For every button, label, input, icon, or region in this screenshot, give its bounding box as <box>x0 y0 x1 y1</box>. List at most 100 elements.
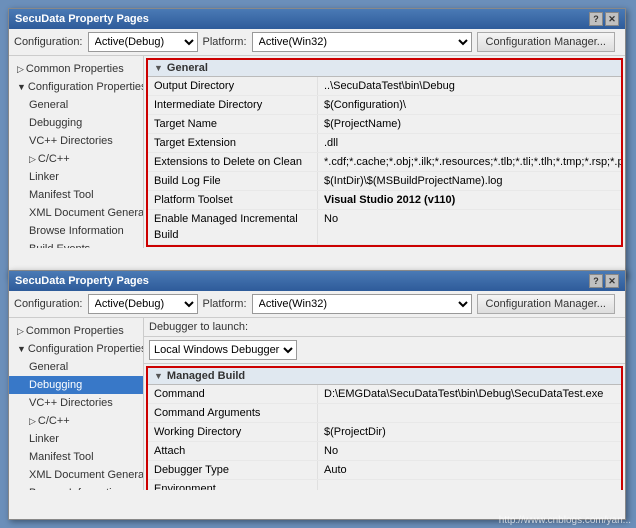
config-select[interactable]: Active(Debug) <box>88 294 198 314</box>
prop-name: Working Directory <box>148 423 318 441</box>
sidebar-item-manifest[interactable]: Manifest Tool <box>9 448 143 466</box>
window2-toolbar: Configuration: Active(Debug) Platform: A… <box>9 291 625 318</box>
window2-right-panel: Debugger to launch: Local Windows Debugg… <box>144 318 625 490</box>
platform-select[interactable]: Active(Win32) <box>252 32 472 52</box>
prop-row-cmd-args[interactable]: Command Arguments <box>148 404 621 423</box>
prop-value: $(Configuration)\ <box>318 96 621 114</box>
prop-name: Target Name <box>148 115 318 133</box>
expand-icon: ▷ <box>29 413 36 429</box>
sidebar-item-general[interactable]: General <box>9 96 143 114</box>
sidebar-item-config[interactable]: ▼ Configuration Properties <box>9 78 143 96</box>
prop-name: Output Directory <box>148 77 318 95</box>
prop-row-extensions[interactable]: Extensions to Delete on Clean *.cdf;*.ca… <box>148 153 621 172</box>
help-button[interactable]: ? <box>589 12 603 26</box>
platform-label: Platform: <box>203 36 247 48</box>
sidebar-item-config[interactable]: ▼ Configuration Properties <box>9 340 143 358</box>
help-button[interactable]: ? <box>589 274 603 288</box>
window2-title: SecuData Property Pages <box>15 275 149 287</box>
config-mgr-button[interactable]: Configuration Manager... <box>477 32 615 52</box>
debugger-row: Debugger to launch: <box>144 318 625 337</box>
close-button[interactable]: ✕ <box>605 274 619 288</box>
prop-value: No <box>318 442 621 460</box>
prop-value: $(ProjectName) <box>318 115 621 133</box>
prop-row-target-name[interactable]: Target Name $(ProjectName) <box>148 115 621 134</box>
prop-value: *.cdf;*.cache;*.obj;*.ilk;*.resources;*.… <box>318 153 621 171</box>
sidebar-item-common[interactable]: ▷ Common Properties <box>9 60 143 78</box>
window2-controls: ? ✕ <box>589 274 619 288</box>
window2-titlebar: SecuData Property Pages ? ✕ <box>9 271 625 291</box>
sidebar-item-browse[interactable]: Browse Information <box>9 484 143 490</box>
prop-row-attach[interactable]: Attach No <box>148 442 621 461</box>
config-mgr-button[interactable]: Configuration Manager... <box>477 294 615 314</box>
expand-icon: ▷ <box>29 151 36 167</box>
prop-name: Attach <box>148 442 318 460</box>
config-select[interactable]: Active(Debug) <box>88 32 198 52</box>
general-prop-table: Output Directory ..\SecuDataTest\bin\Deb… <box>148 77 621 245</box>
debugger-select[interactable]: Local Windows Debugger <box>149 340 297 360</box>
sidebar-item-cpp[interactable]: ▷ C/C++ <box>9 150 143 168</box>
sidebar-item-build-events[interactable]: Build Events <box>9 240 143 248</box>
prop-row-build-log[interactable]: Build Log File $(IntDir)\$(MSBuildProjec… <box>148 172 621 191</box>
general-section-box: ▼ General Output Directory ..\SecuDataTe… <box>146 58 623 247</box>
sidebar-item-debugging[interactable]: Debugging <box>9 114 143 132</box>
managed-build-header: ▼ Managed Build <box>148 368 621 385</box>
sidebar-label: Configuration Properties <box>28 341 144 357</box>
prop-row-managed-incremental[interactable]: Enable Managed Incremental Build No <box>148 210 621 245</box>
sidebar-item-cpp[interactable]: ▷ C/C++ <box>9 412 143 430</box>
sidebar-item-general[interactable]: General <box>9 358 143 376</box>
prop-value <box>318 404 621 422</box>
watermark: http://www.cnblogs.com/yan... <box>499 515 631 526</box>
sidebar-item-linker[interactable]: Linker <box>9 168 143 186</box>
window1-title: SecuData Property Pages <box>15 13 149 25</box>
prop-name: Platform Toolset <box>148 191 318 209</box>
sidebar-label: Configuration Properties <box>28 79 144 95</box>
general-section-label: General <box>167 62 208 74</box>
prop-name: Environment <box>148 480 318 490</box>
config-label: Configuration: <box>14 36 83 48</box>
window1-toolbar: Configuration: Active(Debug) Platform: A… <box>9 29 625 56</box>
prop-row-platform-toolset[interactable]: Platform Toolset Visual Studio 2012 (v11… <box>148 191 621 210</box>
debugger-label: Debugger to launch: <box>149 321 248 333</box>
prop-row-environment[interactable]: Environment <box>148 480 621 490</box>
sidebar-item-vc[interactable]: VC++ Directories <box>9 394 143 412</box>
sidebar-label: Common Properties <box>26 323 124 339</box>
prop-row-output[interactable]: Output Directory ..\SecuDataTest\bin\Deb… <box>148 77 621 96</box>
prop-name: Enable Managed Incremental Build <box>148 210 318 244</box>
prop-name: Extensions to Delete on Clean <box>148 153 318 171</box>
prop-name: Build Log File <box>148 172 318 190</box>
sidebar-item-linker[interactable]: Linker <box>9 430 143 448</box>
prop-row-target-ext[interactable]: Target Extension .dll <box>148 134 621 153</box>
sidebar-item-vc[interactable]: VC++ Directories <box>9 132 143 150</box>
general-section-header: ▼ General <box>148 60 621 77</box>
sidebar-item-manifest[interactable]: Manifest Tool <box>9 186 143 204</box>
expand-icon: ▼ <box>17 341 26 357</box>
prop-row-working-dir[interactable]: Working Directory $(ProjectDir) <box>148 423 621 442</box>
prop-row-command[interactable]: Command D:\EMGData\SecuDataTest\bin\Debu… <box>148 385 621 404</box>
sidebar-item-xml[interactable]: XML Document Generat... <box>9 204 143 222</box>
sidebar-item-debugging[interactable]: Debugging <box>9 376 143 394</box>
window1-right-panel: ▼ General Output Directory ..\SecuDataTe… <box>144 56 625 248</box>
prop-value: Auto <box>318 461 621 479</box>
prop-value: ..\SecuDataTest\bin\Debug <box>318 77 621 95</box>
window1-sidebar: ▷ Common Properties ▼ Configuration Prop… <box>9 56 144 248</box>
prop-value: D:\EMGData\SecuDataTest\bin\Debug\SecuDa… <box>318 385 621 403</box>
prop-value <box>318 480 621 490</box>
prop-row-intermediate[interactable]: Intermediate Directory $(Configuration)\ <box>148 96 621 115</box>
prop-value: $(ProjectDir) <box>318 423 621 441</box>
platform-select[interactable]: Active(Win32) <box>252 294 472 314</box>
sidebar-item-xml[interactable]: XML Document Generat... <box>9 466 143 484</box>
expand-icon: ▷ <box>17 323 24 339</box>
sidebar-item-browse[interactable]: Browse Information <box>9 222 143 240</box>
prop-row-debugger-type[interactable]: Debugger Type Auto <box>148 461 621 480</box>
expand-icon: ▷ <box>17 61 24 77</box>
sidebar-item-common[interactable]: ▷ Common Properties <box>9 322 143 340</box>
window2: SecuData Property Pages ? ✕ Configuratio… <box>8 270 626 520</box>
window2-sidebar: ▷ Common Properties ▼ Configuration Prop… <box>9 318 144 490</box>
prop-name: Command <box>148 385 318 403</box>
prop-name: Command Arguments <box>148 404 318 422</box>
close-button[interactable]: ✕ <box>605 12 619 26</box>
window1: SecuData Property Pages ? ✕ Configuratio… <box>8 8 626 278</box>
prop-value: .dll <box>318 134 621 152</box>
window1-controls: ? ✕ <box>589 12 619 26</box>
debug-prop-table: Command D:\EMGData\SecuDataTest\bin\Debu… <box>148 385 621 490</box>
